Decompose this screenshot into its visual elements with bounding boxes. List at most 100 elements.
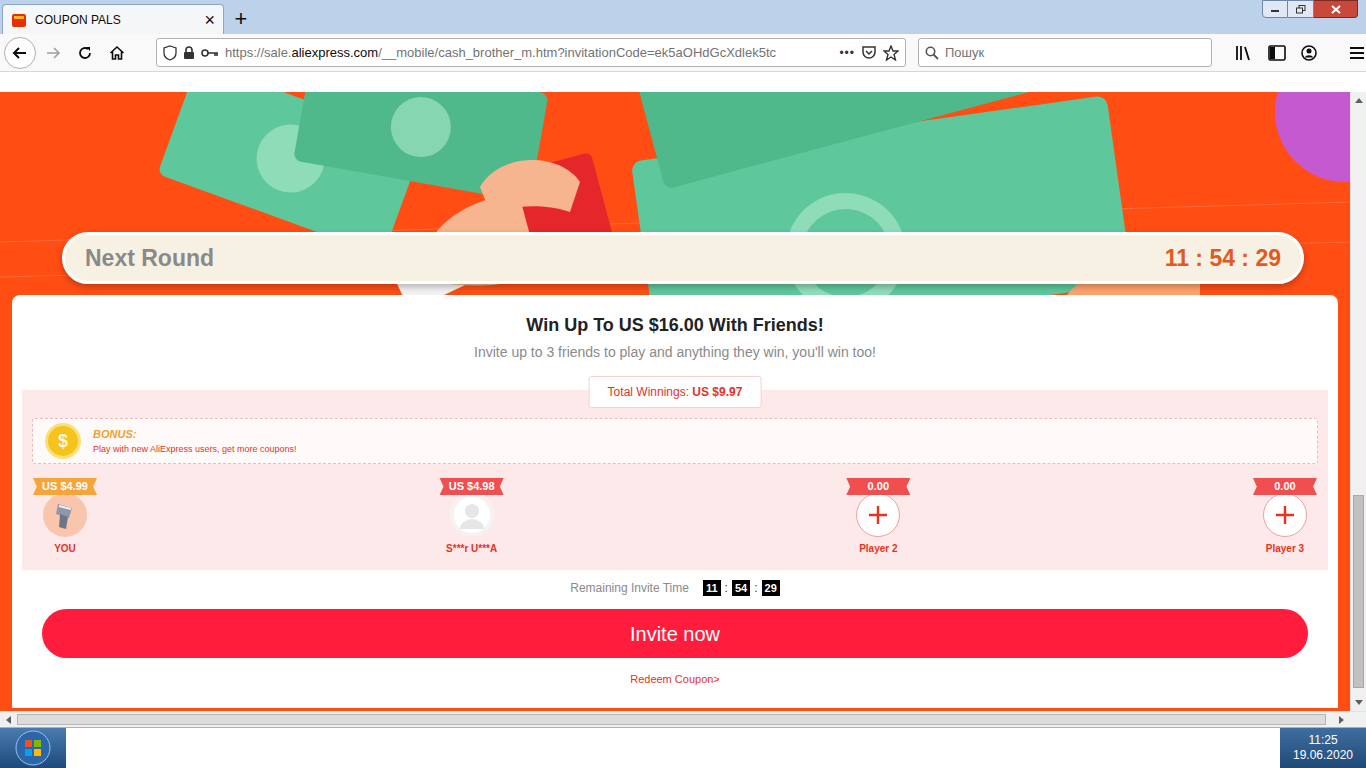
- minimize-icon: [1270, 5, 1280, 13]
- clock-time: 11:25: [1308, 733, 1337, 748]
- scroll-up-button[interactable]: [1351, 92, 1366, 109]
- total-winnings: Total Winnings: US $9.97: [589, 376, 762, 408]
- start-button[interactable]: [0, 728, 66, 768]
- remaining-label: Remaining Invite Time: [570, 579, 689, 597]
- reload-icon: [77, 45, 93, 61]
- player-slot[interactable]: 0.00 Player 3: [1245, 478, 1325, 555]
- close-window-button[interactable]: [1314, 0, 1358, 18]
- taskbar-items: [66, 728, 1280, 768]
- new-tab-button[interactable]: +: [224, 4, 258, 34]
- tab-close-button[interactable]: ×: [204, 11, 215, 29]
- page-actions-button[interactable]: •••: [839, 44, 855, 62]
- winnings-badge: US $4.99: [33, 478, 97, 495]
- scroll-track: [17, 712, 1333, 727]
- next-round-countdown: 11 : 54 : 29: [1165, 241, 1281, 276]
- next-round-bar: Next Round 11 : 54 : 29: [62, 232, 1304, 284]
- player-avatar: [450, 493, 494, 537]
- bonus-box: $ BONUS: Play with new AliExpress users,…: [32, 418, 1318, 464]
- coin-icon: $: [45, 423, 81, 459]
- bookmark-star-icon[interactable]: [883, 45, 899, 61]
- page-content: Next Round 11 : 54 : 29 Win Up To US $16…: [0, 92, 1350, 711]
- url-text[interactable]: https://sale.aliexpress.com/__mobile/cas…: [225, 39, 833, 66]
- library-icon[interactable]: [1234, 44, 1256, 62]
- clock[interactable]: 11:25 19.06.2020: [1280, 728, 1366, 768]
- winnings-badge: 0.00: [846, 478, 910, 495]
- lock-icon[interactable]: [183, 46, 195, 60]
- tab-strip: COUPON PALS × +: [0, 0, 1366, 34]
- scroll-track: [1351, 109, 1366, 694]
- vertical-scrollbar[interactable]: [1350, 92, 1366, 711]
- clock-date: 19.06.2020: [1293, 748, 1353, 763]
- aliexpress-favicon-icon: [11, 12, 27, 28]
- game-panel: Total Winnings: US $9.97 $ BONUS: Play w…: [22, 390, 1328, 570]
- remaining-time: Remaining Invite Time 11 : 54 : 29: [570, 580, 780, 596]
- menu-icon[interactable]: [1348, 44, 1366, 62]
- reload-button[interactable]: [70, 38, 100, 68]
- left-arrow-icon: [6, 716, 11, 724]
- taskbar: 11:25 19.06.2020: [0, 727, 1366, 768]
- scroll-thumb[interactable]: [1353, 495, 1364, 688]
- player-slot[interactable]: 0.00 Player 2: [838, 478, 918, 555]
- gift-box-avatar-icon: [50, 500, 80, 530]
- card-title: Win Up To US $16.00 With Friends!: [526, 313, 823, 337]
- player-name: YOU: [54, 543, 76, 555]
- players-row: US $4.99 YOU US $4.98S***r U***A 0.00 Player…: [22, 478, 1328, 555]
- minimize-button[interactable]: [1262, 0, 1288, 18]
- player-name: Player 3: [1266, 543, 1304, 555]
- page-header-strip: [0, 72, 1366, 92]
- browser-tab[interactable]: COUPON PALS ×: [2, 4, 224, 34]
- restore-icon: [1296, 5, 1306, 14]
- player-slot: US $4.98S***r U***A: [432, 478, 512, 555]
- next-round-label: Next Round: [85, 241, 214, 276]
- navigation-bar: https://sale.aliexpress.com/__mobile/cas…: [0, 34, 1366, 72]
- search-bar[interactable]: [918, 38, 1212, 67]
- key-icon[interactable]: [201, 48, 219, 58]
- plus-icon: [867, 504, 889, 526]
- player-avatar: [43, 493, 87, 537]
- bonus-text: Play with new AliExpress users, get more…: [93, 444, 297, 455]
- sidebar-icon[interactable]: [1266, 44, 1288, 62]
- maximize-button[interactable]: [1288, 0, 1314, 18]
- viewport: Next Round 11 : 54 : 29 Win Up To US $16…: [0, 92, 1366, 711]
- minutes-box: 54: [732, 580, 750, 596]
- tracking-protection-icon[interactable]: [163, 45, 177, 61]
- scroll-right-button[interactable]: [1333, 712, 1350, 727]
- tab-label: COUPON PALS: [35, 11, 196, 29]
- player-slot: US $4.99 YOU: [25, 478, 105, 555]
- search-icon: [925, 46, 939, 60]
- search-input[interactable]: [945, 43, 1205, 63]
- forward-button[interactable]: [38, 38, 68, 68]
- bonus-label: BONUS:: [93, 428, 297, 440]
- invite-card: Win Up To US $16.00 With Friends! Invite…: [12, 295, 1338, 708]
- scroll-thumb[interactable]: [17, 714, 1326, 725]
- invite-now-button[interactable]: Invite now: [42, 609, 1308, 658]
- player-name: Player 2: [859, 543, 897, 555]
- hours-box: 11: [703, 580, 721, 596]
- horizontal-scrollbar[interactable]: [0, 711, 1366, 727]
- add-player-button[interactable]: [1263, 493, 1307, 537]
- plus-icon: [1274, 504, 1296, 526]
- pocket-icon[interactable]: [861, 45, 877, 60]
- close-icon: [1331, 5, 1341, 14]
- winnings-badge: 0.00: [1253, 478, 1317, 495]
- back-button[interactable]: [4, 37, 36, 69]
- add-player-button[interactable]: [856, 493, 900, 537]
- home-button[interactable]: [102, 38, 132, 68]
- windows-orb-icon: [15, 730, 51, 766]
- address-bar[interactable]: https://sale.aliexpress.com/__mobile/cas…: [156, 38, 906, 67]
- card-subtitle: Invite up to 3 friends to play and anyth…: [474, 343, 876, 361]
- friend-avatar-icon: [452, 495, 492, 535]
- window-controls: [1262, 0, 1358, 18]
- toolbar-icons: [1234, 44, 1366, 62]
- right-arrow-icon: [1339, 716, 1344, 724]
- tab-list: COUPON PALS ×: [0, 2, 224, 34]
- seconds-box: 29: [762, 580, 780, 596]
- hero-banner: Next Round 11 : 54 : 29: [0, 92, 1350, 295]
- down-arrow-icon: [1355, 700, 1363, 705]
- scroll-left-button[interactable]: [0, 712, 17, 727]
- redeem-coupon-link[interactable]: Redeem Coupon>: [630, 672, 720, 686]
- forward-arrow-icon: [45, 45, 61, 61]
- up-arrow-icon: [1355, 98, 1363, 103]
- account-icon[interactable]: [1298, 44, 1320, 62]
- scroll-down-button[interactable]: [1351, 694, 1366, 711]
